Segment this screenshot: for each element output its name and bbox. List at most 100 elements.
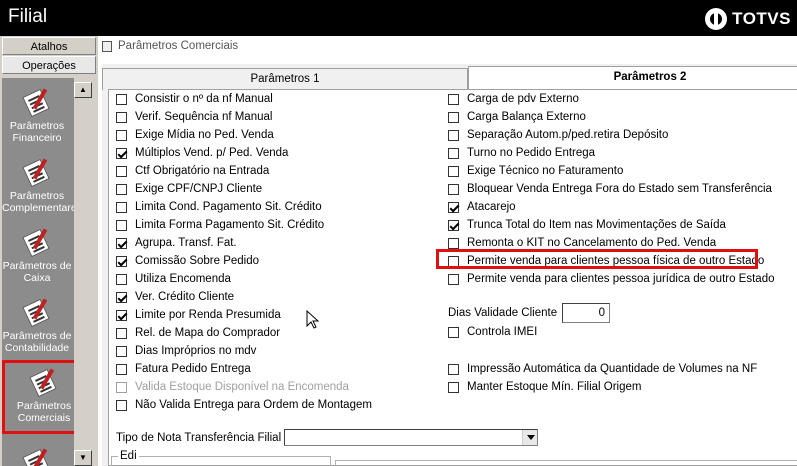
checkbox-multiplos-vend-p-ped-venda[interactable]: Múltiplos Vend. p/ Ped. Venda bbox=[116, 145, 288, 161]
checkbox-label: Dias Impróprios no mdv bbox=[135, 345, 257, 357]
checkbox-checked-icon[interactable] bbox=[116, 237, 127, 249]
checkbox-unchecked-icon[interactable] bbox=[448, 111, 459, 123]
checkbox-limita-cond-pagamento-sit-credito[interactable]: Limita Cond. Pagamento Sit. Crédito bbox=[116, 199, 322, 215]
checkbox-unchecked-icon[interactable] bbox=[448, 237, 459, 249]
checkbox-limite-por-renda-presumida[interactable]: Limite por Renda Presumida bbox=[116, 307, 281, 323]
checkbox-unchecked-icon[interactable] bbox=[116, 111, 127, 123]
checkbox-unchecked-icon[interactable] bbox=[116, 345, 127, 357]
tab-parametros-1[interactable]: Parâmetros 1 bbox=[102, 68, 468, 90]
checkbox-unchecked-icon[interactable] bbox=[116, 363, 127, 375]
checkbox-unchecked-icon[interactable] bbox=[116, 201, 127, 213]
sidebar-scrollbar[interactable]: ▲ ▼ bbox=[74, 78, 92, 466]
checkbox-unchecked-icon[interactable] bbox=[448, 165, 459, 177]
checkbox-unchecked-icon[interactable] bbox=[448, 129, 459, 141]
checkbox-exige-midia-no-ped-venda[interactable]: Exige Mídia no Ped. Venda bbox=[116, 127, 274, 143]
checkbox-agrupa-transf-fat[interactable]: Agrupa. Transf. Fat. bbox=[116, 235, 237, 251]
checkbox-atacarejo[interactable]: Atacarejo bbox=[448, 199, 516, 215]
sidebar-item-parametros-complementares[interactable]: Parâmetros Complementares bbox=[2, 156, 82, 214]
checkbox-label: Verif. Sequência nf Manual bbox=[135, 111, 273, 123]
checkbox-utiliza-encomenda[interactable]: Utiliza Encomenda bbox=[116, 271, 231, 287]
checkbox-unchecked-icon[interactable] bbox=[448, 183, 459, 195]
sidebar-item-label: Parâmetros de Contabilidade bbox=[2, 330, 72, 354]
dias-validade-label: Dias Validade Cliente bbox=[448, 307, 558, 319]
tab-parametros-2[interactable]: Parâmetros 2 bbox=[468, 66, 797, 90]
checkbox-unchecked-icon[interactable] bbox=[116, 399, 127, 411]
checkbox-dias-improprios-no-mdv[interactable]: Dias Impróprios no mdv bbox=[116, 343, 256, 359]
checkbox-unchecked-icon[interactable] bbox=[116, 93, 127, 105]
checkbox-label: Não Valida Entrega para Ordem de Montage… bbox=[135, 399, 372, 411]
checkbox-checked-icon[interactable] bbox=[116, 147, 127, 159]
checkbox-unchecked-icon bbox=[116, 381, 127, 393]
sidebar-item-parametros-comerciais[interactable]: Parâmetros Comerciais bbox=[2, 360, 86, 434]
checkbox-nao-valida-entrega-para-ordem-de-montagem[interactable]: Não Valida Entrega para Ordem de Montage… bbox=[116, 397, 372, 413]
tipo-nota-label: Tipo de Nota Transferência Filial bbox=[116, 432, 282, 444]
checkbox-consistir-o-n-da-nf-manual[interactable]: Consistir o nº da nf Manual bbox=[116, 91, 273, 107]
checkbox-verif-sequencia-nf-manual[interactable]: Verif. Sequência nf Manual bbox=[116, 109, 272, 125]
checkbox-label: Ctf Obrigatório na Entrada bbox=[135, 165, 270, 177]
checkbox-permite-venda-para-clientes-pessoa-juridica-de-outro-estado[interactable]: Permite venda para clientes pessoa juríd… bbox=[448, 271, 775, 287]
checkbox-checked-icon[interactable] bbox=[116, 309, 127, 321]
checkbox-carga-balanca-externo[interactable]: Carga Balança Externo bbox=[448, 109, 586, 125]
main-header: Parâmetros Comerciais bbox=[98, 36, 797, 60]
checkbox-unchecked-icon[interactable] bbox=[448, 273, 459, 285]
checkbox-controla-imei[interactable]: Controla IMEI bbox=[448, 324, 537, 340]
checkbox-ctf-obrigatorio-na-entrada[interactable]: Ctf Obrigatório na Entrada bbox=[116, 163, 269, 179]
checkbox-comissao-sobre-pedido[interactable]: Comissão Sobre Pedido bbox=[116, 253, 259, 269]
checkbox-unchecked-icon[interactable] bbox=[116, 273, 127, 285]
checkbox-unchecked-icon[interactable] bbox=[116, 327, 127, 339]
tipo-nota-select[interactable] bbox=[284, 429, 538, 446]
checkbox-impressao-automatica-da-quantidade-de-volumes-na-nf[interactable]: Impressão Automática da Quantidade de Vo… bbox=[448, 361, 757, 377]
checkbox-bloquear-venda-entrega-fora-do-estado-sem-transferencia[interactable]: Bloquear Venda Entrega Fora do Estado se… bbox=[448, 181, 772, 197]
checkbox-label: Exige Mídia no Ped. Venda bbox=[135, 129, 274, 141]
checkbox-unchecked-icon[interactable] bbox=[448, 93, 459, 105]
checkbox-carga-de-pdv-externo[interactable]: Carga de pdv Externo bbox=[448, 91, 579, 107]
checkbox-label: Valida Estoque Disponível na Encomenda bbox=[135, 381, 349, 393]
parameters-panel: Consistir o nº da nf Manual Verif. Sequên… bbox=[108, 89, 797, 466]
checkbox-checked-icon[interactable] bbox=[448, 201, 459, 213]
checkbox-unchecked-icon[interactable] bbox=[116, 219, 127, 231]
checkbox-limita-forma-pagamento-sit-credito[interactable]: Limita Forma Pagamento Sit. Crédito bbox=[116, 217, 324, 233]
checkbox-checked-icon[interactable] bbox=[116, 255, 127, 267]
checkbox-label: Exige Técnico no Faturamento bbox=[467, 165, 624, 177]
checkbox-trunca-total-do-item-nas-movimentacoes-de-saida[interactable]: Trunca Total do Item nas Movimentações d… bbox=[448, 217, 726, 233]
checkbox-unchecked-icon[interactable] bbox=[448, 363, 459, 375]
checkbox-ver-credito-cliente[interactable]: Ver. Crédito Cliente bbox=[116, 289, 234, 305]
chevron-down-icon[interactable] bbox=[522, 430, 537, 445]
dias-validade-input[interactable]: 0 bbox=[562, 303, 610, 323]
sidebar: Atalhos Operações Parâmetros Financeiro … bbox=[0, 36, 98, 466]
sidebar-item-parametros-contabilidade[interactable]: Parâmetros de Contabilidade bbox=[2, 296, 72, 354]
parameters-icon bbox=[22, 86, 52, 118]
content: Parâmetros 1 Parâmetros 2 Consistir o nº… bbox=[102, 64, 797, 466]
secondary-groupbox bbox=[335, 460, 797, 466]
sidebar-item-parametros-caixa[interactable]: Parâmetros de Caixa bbox=[2, 226, 72, 284]
checkbox-fatura-pedido-entrega[interactable]: Fatura Pedido Entrega bbox=[116, 361, 251, 377]
scroll-up-icon[interactable]: ▲ bbox=[74, 82, 92, 98]
checkbox-separacao-autom-p-ped-retira-deposito[interactable]: Separação Autom.p/ped.retira Depósito bbox=[448, 127, 668, 143]
checkbox-exige-cpf-cnpj-cliente[interactable]: Exige CPF/CNPJ Cliente bbox=[116, 181, 262, 197]
checkbox-label: Exige CPF/CNPJ Cliente bbox=[135, 183, 263, 195]
checkbox-unchecked-icon[interactable] bbox=[448, 326, 459, 338]
checkbox-label: Utiliza Encomenda bbox=[135, 273, 231, 285]
checkbox-label: Bloquear Venda Entrega Fora do Estado se… bbox=[467, 183, 772, 195]
scroll-down-icon[interactable]: ▼ bbox=[74, 450, 92, 466]
parameters-icon bbox=[29, 366, 59, 398]
checkbox-label: Permite venda para clientes pessoa juríd… bbox=[467, 273, 775, 285]
sidebar-tab-atalhos[interactable]: Atalhos bbox=[2, 37, 96, 55]
checkbox-manter-estoque-min-filial-origem[interactable]: Manter Estoque Mín. Filial Origem bbox=[448, 379, 641, 395]
checkbox-unchecked-icon[interactable] bbox=[116, 183, 127, 195]
sidebar-item-label: Parâmetros Comerciais bbox=[16, 400, 72, 424]
checkbox-unchecked-icon[interactable] bbox=[116, 165, 127, 177]
checkbox-unchecked-icon[interactable] bbox=[116, 129, 127, 141]
checkbox-checked-icon[interactable] bbox=[448, 219, 459, 231]
parameters-icon bbox=[22, 156, 52, 188]
sidebar-item-parametros-financeiro[interactable]: Parâmetros Financeiro bbox=[2, 86, 72, 144]
checkbox-rel-de-mapa-do-comprador[interactable]: Rel. de Mapa do Comprador bbox=[116, 325, 280, 341]
sidebar-item-next[interactable] bbox=[2, 446, 72, 466]
sidebar-tab-operacoes[interactable]: Operações bbox=[2, 56, 96, 74]
checkbox-label: Atacarejo bbox=[467, 201, 516, 213]
checkbox-checked-icon[interactable] bbox=[116, 291, 127, 303]
checkbox-unchecked-icon[interactable] bbox=[448, 147, 459, 159]
checkbox-turno-no-pedido-entrega[interactable]: Turno no Pedido Entrega bbox=[448, 145, 595, 161]
checkbox-exige-tecnico-no-faturamento[interactable]: Exige Técnico no Faturamento bbox=[448, 163, 623, 179]
checkbox-unchecked-icon[interactable] bbox=[448, 381, 459, 393]
